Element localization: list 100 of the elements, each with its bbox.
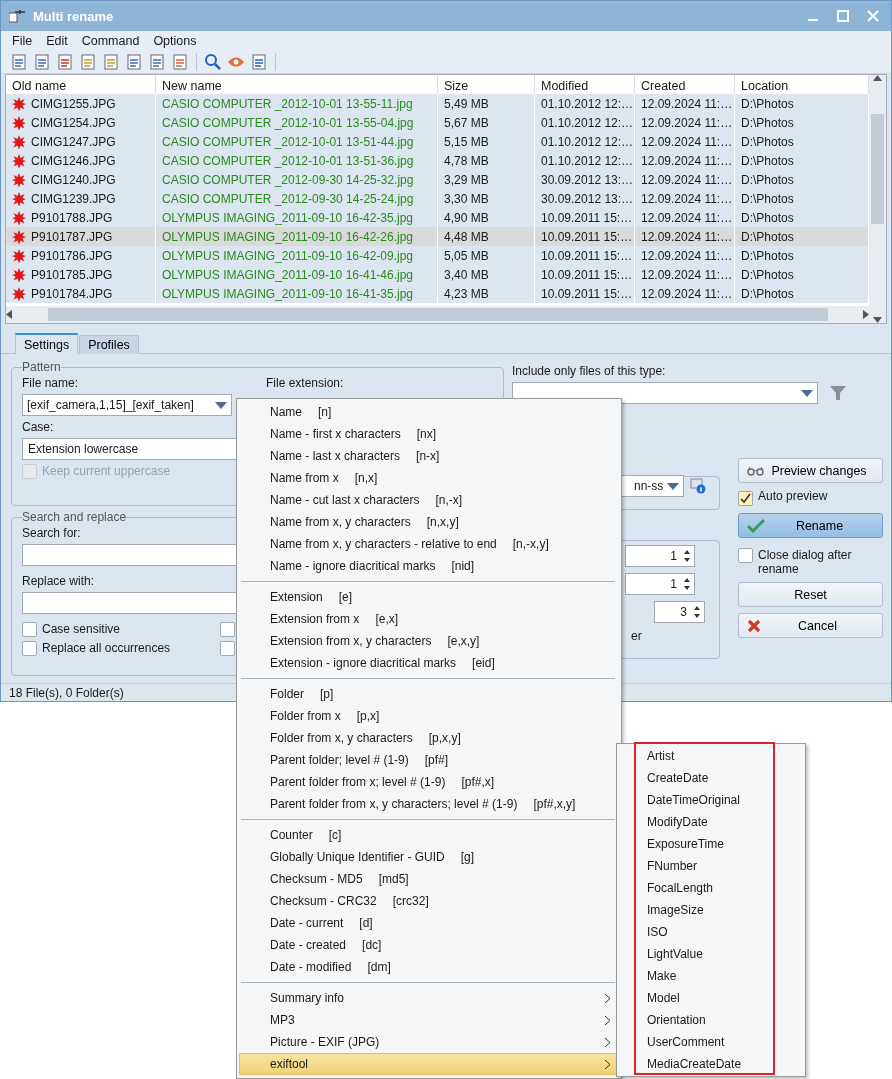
table-cell: 10.09.2011 15:… <box>535 265 635 284</box>
menu-item[interactable]: DateTimeOriginal <box>617 789 805 811</box>
table-cell: D:\Photos <box>735 189 869 208</box>
menu-item[interactable]: Extension from x [e,x] <box>239 608 619 630</box>
checkbox[interactable] <box>220 641 235 656</box>
checkbox-label: Case sensitive <box>42 622 121 636</box>
tab[interactable]: Profiles <box>79 335 139 354</box>
menu-item[interactable]: Name from x, y characters - relative to end [n,-x,y] <box>239 533 619 555</box>
checkbox[interactable] <box>738 548 753 563</box>
menu-item[interactable]: Globally Unique Identifier - GUID [g] <box>239 846 619 868</box>
table-cell: OLYMPUS IMAGING_2011-09-10 16-42-26.jpg <box>156 227 438 246</box>
field-label: Case: <box>22 420 54 434</box>
spinner-arrows-icon[interactable] <box>683 548 691 564</box>
list-icon[interactable] <box>55 52 75 72</box>
menu-item[interactable]: LightValue <box>617 943 805 965</box>
menu-item[interactable]: Date - created [dc] <box>239 934 619 956</box>
rename-button[interactable]: Rename <box>738 513 883 538</box>
info-icon[interactable] <box>690 478 706 494</box>
cancel-button[interactable]: Cancel <box>738 613 883 638</box>
menu-item[interactable]: Extension from x, y characters [e,x,y] <box>239 630 619 652</box>
menu-item[interactable]: ISO <box>617 921 805 943</box>
menu-item[interactable]: ImageSize <box>617 899 805 921</box>
search-icon[interactable] <box>203 52 223 72</box>
menu-item[interactable]: ExposureTime <box>617 833 805 855</box>
menu-item[interactable]: Date - modified [dm] <box>239 956 619 978</box>
table-cell: 01.10.2012 12:… <box>535 132 635 151</box>
submenu-item[interactable]: Summary info <box>239 987 619 1009</box>
filter-icon[interactable] <box>830 385 846 401</box>
splat-icon <box>12 229 26 244</box>
horizontal-scrollbar[interactable] <box>6 306 869 323</box>
menu-item[interactable]: Make <box>617 965 805 987</box>
menu-item[interactable]: Parent folder from x; level # (1-9) [pf#,x] <box>239 771 619 793</box>
submenu-item[interactable]: exiftool <box>239 1053 619 1075</box>
table-cell: D:\Photos <box>735 284 869 303</box>
table-cell: D:\Photos <box>735 246 869 265</box>
checkbox[interactable] <box>22 641 37 656</box>
menu-item[interactable]: Options <box>146 34 204 48</box>
tab[interactable]: Settings <box>15 333 79 354</box>
file-type-combo[interactable] <box>512 382 818 404</box>
menu-item[interactable]: Edit <box>39 34 75 48</box>
info-document-icon[interactable] <box>249 52 269 72</box>
close-icon[interactable] <box>867 10 879 22</box>
table-cell: P9101787.JPG <box>6 227 156 246</box>
menu-item[interactable]: Parent folder from x, y characters; level # (1-9) [pf#,x,y] <box>239 793 619 815</box>
menu-item[interactable]: Parent folder; level # (1-9) [pf#] <box>239 749 619 771</box>
table-cell: CIMG1255.JPG <box>6 94 156 113</box>
table-cell: D:\Photos <box>735 113 869 132</box>
number-spinner[interactable]: 1 <box>625 573 695 595</box>
menu-item[interactable]: Artist <box>617 745 805 767</box>
checkbox[interactable] <box>220 622 235 637</box>
menu-item[interactable]: Extension - ignore diacritical marks [eid] <box>239 652 619 674</box>
field-label: Replace with: <box>22 574 95 588</box>
menu-item[interactable]: Name [n] <box>239 401 619 423</box>
menu-item[interactable]: FNumber <box>617 855 805 877</box>
checkbox[interactable] <box>738 490 753 506</box>
menu-item[interactable]: UserComment <box>617 1031 805 1053</box>
number-spinner[interactable]: 3 <box>654 601 705 623</box>
menu-item[interactable]: Checksum - MD5 [md5] <box>239 868 619 890</box>
spinner-arrows-icon[interactable] <box>683 576 691 592</box>
reset-button[interactable]: Reset <box>738 582 883 607</box>
menu-item[interactable]: Command <box>74 34 147 48</box>
menu-item[interactable]: Name from x, y characters [n,x,y] <box>239 511 619 533</box>
menu-item[interactable]: Folder from x, y characters [p,x,y] <box>239 727 619 749</box>
splat-icon <box>12 267 26 282</box>
spinner-arrows-icon[interactable] <box>693 604 701 620</box>
table-cell: D:\Photos <box>735 94 869 113</box>
splat-icon <box>12 191 26 206</box>
menu-item[interactable]: Counter [c] <box>239 824 619 846</box>
maximize-icon[interactable] <box>837 10 849 22</box>
table-cell: CASIO COMPUTER _2012-09-30 14-25-24.jpg <box>156 189 438 208</box>
table-cell: OLYMPUS IMAGING_2011-09-10 16-41-35.jpg <box>156 284 438 303</box>
field-label: Include only files of this type: <box>512 364 666 378</box>
submenu-item[interactable]: MP3 <box>239 1009 619 1031</box>
menu-item[interactable]: CreateDate <box>617 767 805 789</box>
menu-item[interactable]: Extension [e] <box>239 586 619 608</box>
menu-item[interactable]: ModifyDate <box>617 811 805 833</box>
dropdown-caret-icon[interactable] <box>667 482 679 490</box>
table-cell: 12.09.2024 11:… <box>635 246 735 265</box>
preview-changes-button[interactable]: Preview changes <box>738 458 883 483</box>
file-name-combo[interactable]: [exif_camera,1,15]_[exif_taken] <box>22 394 232 416</box>
menu-item[interactable]: File <box>5 34 40 48</box>
scroll-left-icon[interactable] <box>6 310 12 319</box>
menu-item[interactable]: Folder from x [p,x] <box>239 705 619 727</box>
menu-item[interactable]: Orientation <box>617 1009 805 1031</box>
table-cell: CIMG1254.JPG <box>6 113 156 132</box>
checkbox[interactable] <box>22 622 37 637</box>
table-cell: P9101785.JPG <box>6 265 156 284</box>
scroll-down-icon[interactable] <box>873 317 882 323</box>
menu-item[interactable]: FocalLength <box>617 877 805 899</box>
submenu-item[interactable]: Picture - EXIF (JPG) <box>239 1031 619 1053</box>
menu-item[interactable]: Date - current [d] <box>239 912 619 934</box>
number-spinner[interactable]: 1 <box>625 545 695 567</box>
menu-item[interactable]: Checksum - CRC32 [crc32] <box>239 890 619 912</box>
group-title: Pattern <box>22 360 61 374</box>
menu-item[interactable]: Model <box>617 987 805 1009</box>
menu-item[interactable]: Name - ignore diacritical marks [nid] <box>239 555 619 577</box>
dropdown-caret-icon[interactable] <box>801 389 813 397</box>
vertical-scrollbar[interactable] <box>869 75 886 323</box>
dropdown-caret-icon[interactable] <box>215 401 227 409</box>
checkbox-label: Close dialog after rename <box>758 548 853 576</box>
